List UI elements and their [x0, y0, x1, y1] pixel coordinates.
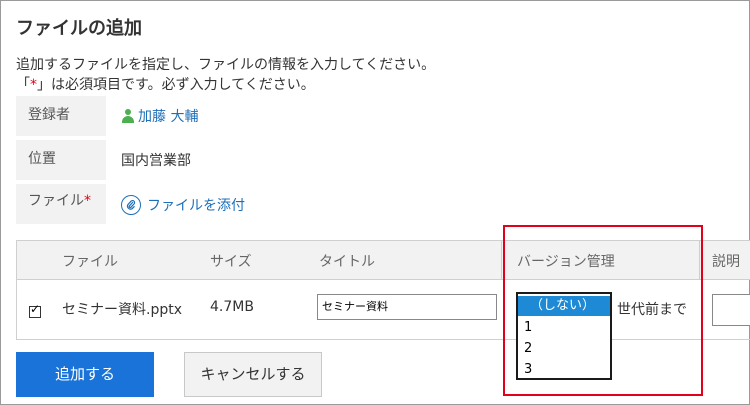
required-note-prefix: 「	[16, 77, 30, 93]
file-label: ファイル*	[16, 184, 106, 224]
file-label-text: ファイル	[28, 193, 84, 209]
header-file: ファイル	[62, 254, 118, 270]
file-row-checkbox[interactable]	[29, 302, 41, 318]
header-title: タイトル	[319, 254, 375, 270]
page-title: ファイルの追加	[16, 18, 142, 39]
paperclip-icon	[121, 195, 141, 215]
file-name: セミナー資料.pptx	[62, 302, 182, 318]
location-value: 国内営業部	[121, 153, 191, 169]
instruction-text: 追加するファイルを指定し、ファイルの情報を入力してください。	[16, 57, 436, 73]
registrant-value[interactable]: 加藤 大輔	[121, 106, 198, 126]
required-note-suffix: 」は必須項目です。必ず入力してください。	[37, 77, 315, 93]
header-description: 説明	[712, 254, 740, 270]
header-divider	[501, 241, 502, 279]
required-note: 「*」は必須項目です。必ず入力してください。	[16, 74, 315, 94]
annotation-highlight-box	[503, 225, 703, 396]
attach-file-link[interactable]: ファイルを添付	[121, 195, 245, 215]
registrant-label: 登録者	[16, 96, 106, 136]
file-required-star: *	[84, 193, 91, 209]
location-label: 位置	[16, 140, 106, 180]
add-button[interactable]: 追加する	[16, 352, 154, 397]
file-size: 4.7MB	[210, 299, 254, 315]
attach-file-link-label[interactable]: ファイルを添付	[147, 195, 245, 215]
title-input[interactable]: セミナー資料	[317, 294, 497, 320]
cancel-button[interactable]: キャンセルする	[184, 352, 322, 397]
required-star: *	[30, 77, 37, 93]
registrant-name-link[interactable]: 加藤 大輔	[138, 106, 198, 126]
user-icon	[121, 109, 135, 123]
header-size: サイズ	[210, 254, 252, 270]
description-input[interactable]	[712, 294, 750, 326]
